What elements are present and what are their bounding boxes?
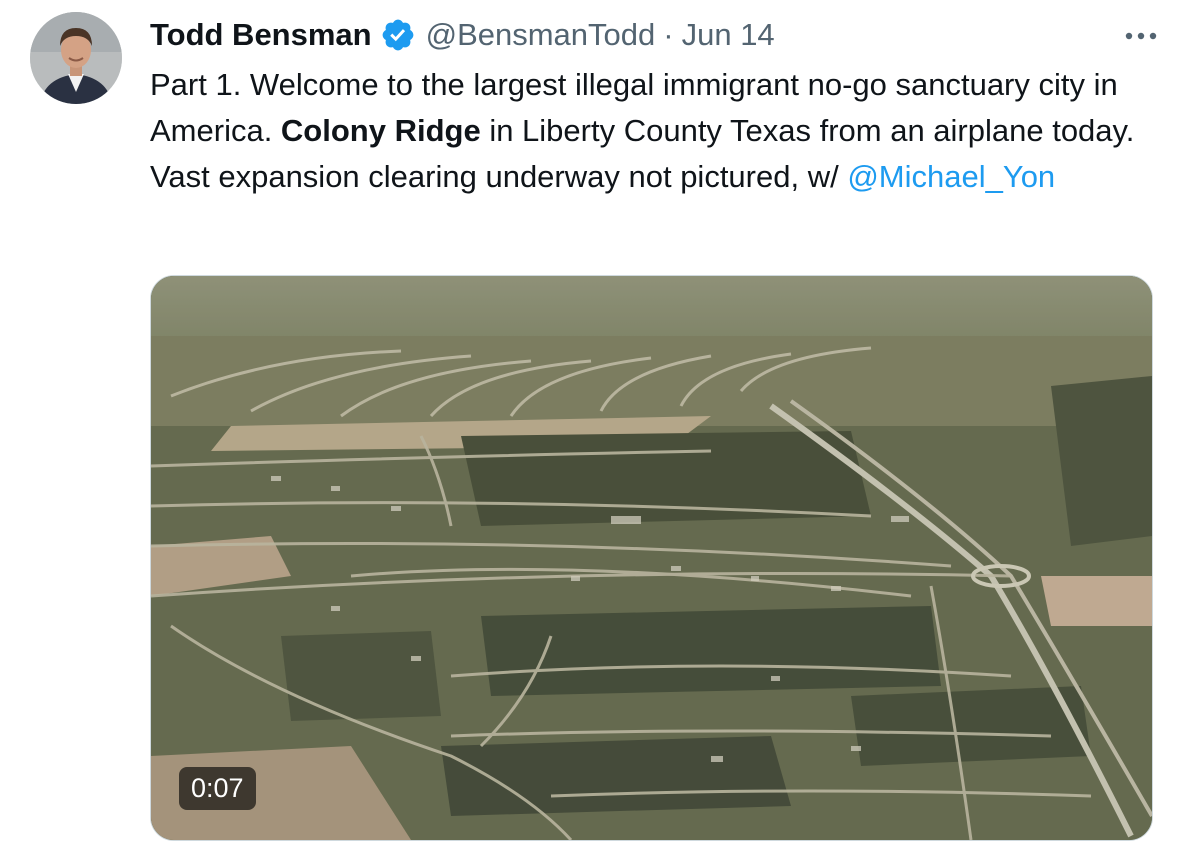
author-handle[interactable]: @BensmanTodd [426, 17, 656, 53]
aerial-video-thumbnail [151, 276, 1152, 840]
tweet-date[interactable]: Jun 14 [682, 17, 775, 53]
mention-link[interactable]: @Michael_Yon [847, 159, 1055, 194]
author-avatar[interactable] [30, 12, 122, 104]
video-duration-badge: 0:07 [179, 767, 256, 810]
tweet-text: Part 1. Welcome to the largest illegal i… [150, 62, 1150, 200]
tweet-text-bold: Colony Ridge [280, 113, 481, 148]
verified-badge-icon [380, 17, 416, 53]
avatar-portrait-image [30, 12, 122, 104]
author-name[interactable]: Todd Bensman [150, 17, 372, 53]
more-options-icon[interactable] [1121, 20, 1161, 52]
tweet-header: Todd Bensman @BensmanTodd · Jun 14 [150, 14, 775, 56]
video-player[interactable]: 0:07 [150, 275, 1153, 841]
header-separator: · [663, 17, 674, 52]
